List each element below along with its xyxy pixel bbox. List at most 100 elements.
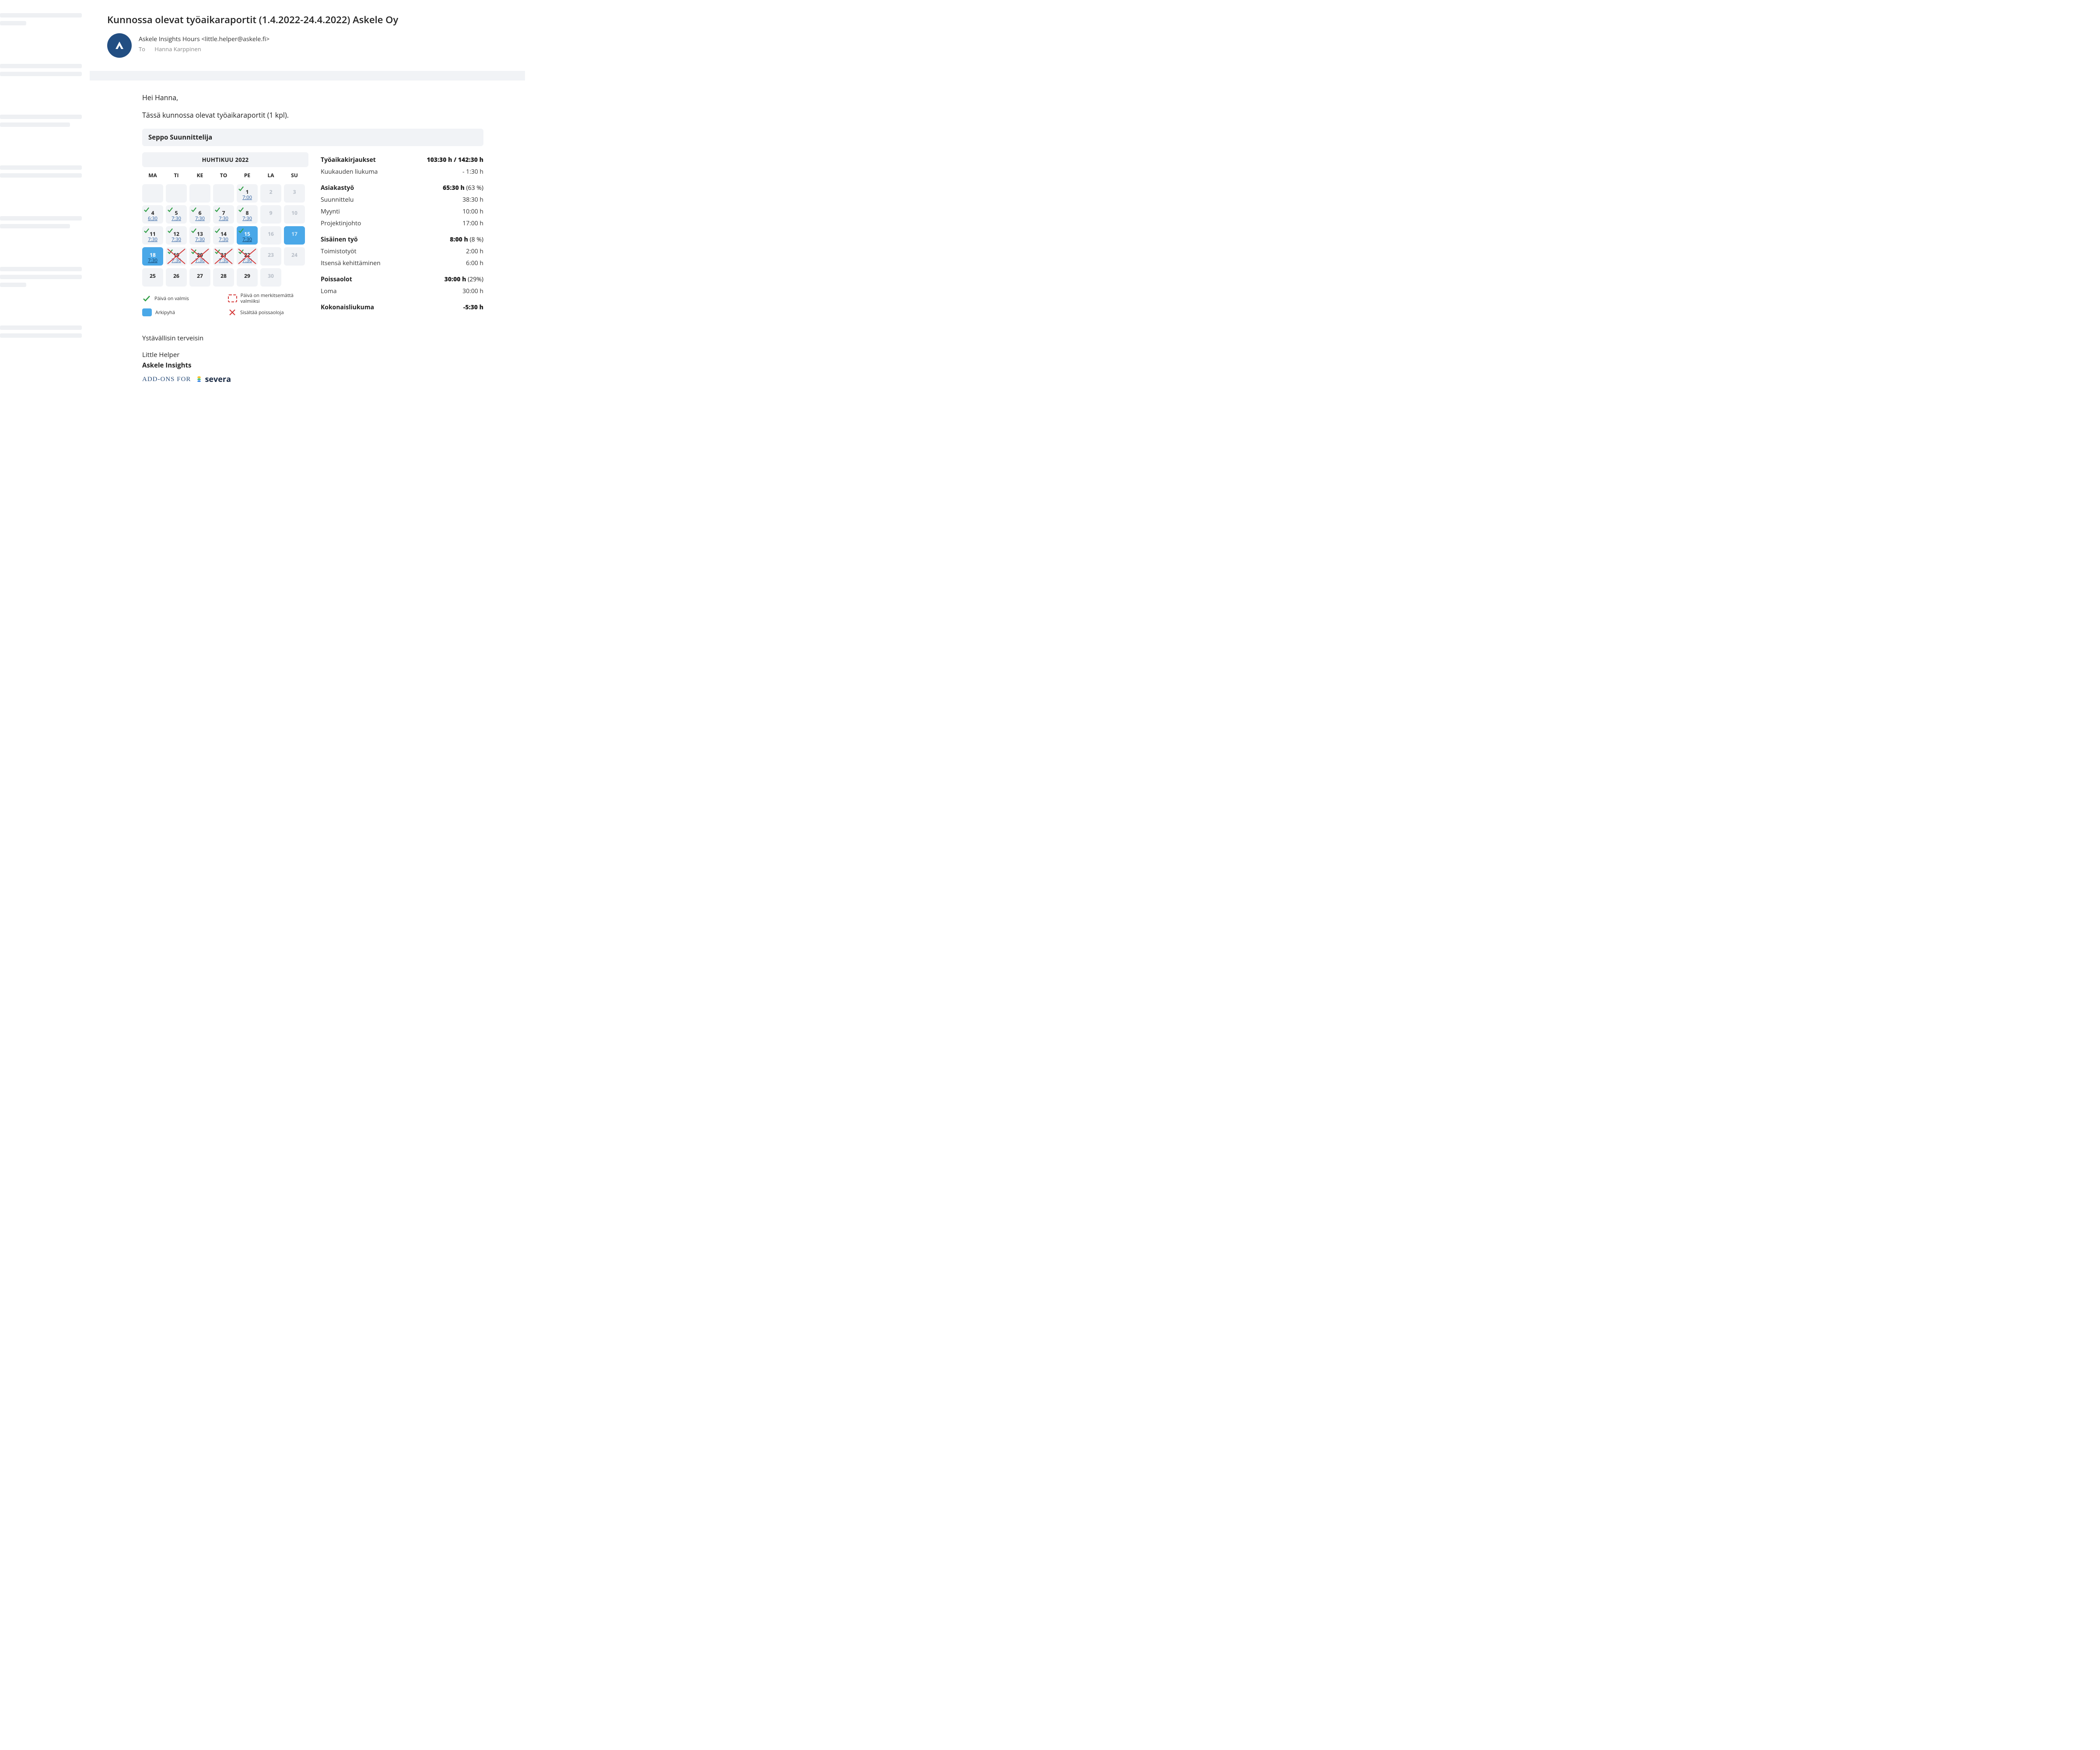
weekday-header: PE	[237, 170, 258, 182]
day-hours[interactable]: 7:30	[242, 216, 252, 221]
legend-unmarked: Päivä on merkitsemättä valmiiksi	[241, 293, 308, 304]
stats-table: Työaikakirjaukset 103:30 h / 142:30 h Kuuk…	[321, 152, 483, 313]
day-hours[interactable]: 7:30	[148, 258, 158, 263]
stats-value: 65:30 h (63 %)	[443, 184, 483, 192]
stats-value: 30:00 h	[462, 287, 483, 295]
weekday-header: SU	[284, 170, 305, 182]
stats-value: 8:00 h (8 %)	[450, 235, 483, 244]
day-number: 9	[270, 210, 273, 216]
email-subject: Kunnossa olevat työaikaraportit (1.4.202…	[107, 13, 513, 26]
stats-row: Myynti10:00 h	[321, 206, 483, 217]
day-hours[interactable]: 7:30	[172, 237, 181, 242]
calendar-legend: Päivä on valmis Päivä on merkitsemättä v…	[142, 293, 308, 316]
stats-value: 103:30 h / 142:30 h	[427, 156, 483, 164]
stats-label: Kuukauden liukuma	[321, 168, 378, 176]
check-icon	[238, 185, 244, 190]
stats-header-row: Työaikakirjaukset 103:30 h / 142:30 h	[321, 154, 483, 166]
calendar-day[interactable]: 197:30	[166, 247, 187, 266]
recipient-name: Hanna Karppinen	[154, 45, 201, 53]
day-number: 25	[150, 273, 156, 279]
day-hours[interactable]: 7:30	[242, 237, 252, 242]
calendar-day[interactable]: 17:00	[237, 184, 258, 203]
dashed-box-icon	[228, 294, 237, 302]
stats-header-row: Kokonaisliukuma -5:30 h	[321, 301, 483, 313]
calendar: HUHTIKUU 2022 MATIKETOPELASU17:002346:30…	[142, 152, 308, 316]
legend-holiday: Arkipyhä	[155, 310, 175, 315]
stats-value: -5:30 h	[463, 303, 483, 312]
product-brand: Askele Insights	[142, 361, 483, 370]
legend-absence: Sisältää poissaoloja	[240, 310, 284, 315]
stats-label: Itsensä kehittäminen	[321, 259, 381, 267]
day-number: 24	[291, 252, 298, 258]
day-hours[interactable]: 7:30	[195, 216, 205, 221]
check-icon	[167, 227, 173, 232]
calendar-day[interactable]: 217:30	[213, 247, 234, 266]
day-hours[interactable]: 7:30	[148, 237, 158, 242]
calendar-title: HUHTIKUU 2022	[142, 152, 308, 167]
check-icon	[144, 227, 150, 232]
weekday-header: TI	[166, 170, 187, 182]
calendar-day[interactable]: 137:30	[189, 226, 210, 245]
logo-icon	[114, 40, 125, 51]
day-hours[interactable]: 7:30	[195, 237, 205, 242]
stats-label: Työaikakirjaukset	[321, 156, 376, 164]
greeting: Hei Hanna,	[142, 93, 483, 102]
day-hours[interactable]: 7:00	[242, 195, 252, 200]
calendar-day[interactable]: 57:30	[166, 205, 187, 224]
sender-avatar	[107, 33, 132, 58]
day-hours[interactable]: 7:30	[219, 216, 228, 221]
day-hours[interactable]: 7:30	[242, 258, 252, 263]
calendar-day: 26	[166, 268, 187, 287]
day-hours[interactable]: 7:30	[172, 258, 181, 263]
calendar-day[interactable]: 77:30	[213, 205, 234, 224]
day-hours[interactable]: 7:30	[219, 258, 228, 263]
report-person-header: Seppo Suunnittelija	[142, 129, 483, 146]
stats-row: Itsensä kehittäminen6:00 h	[321, 257, 483, 269]
calendar-day[interactable]: 117:30	[142, 226, 163, 245]
divider	[90, 71, 525, 80]
x-icon	[228, 308, 237, 316]
stats-value: 2:00 h	[466, 247, 483, 256]
calendar-day[interactable]: 87:30	[237, 205, 258, 224]
regards: Ystävällisin terveisin	[142, 334, 483, 343]
check-icon	[238, 206, 244, 211]
calendar-day[interactable]: 187:30	[142, 247, 163, 266]
stats-header-row: Sisäinen työ 8:00 h (8 %)	[321, 234, 483, 245]
calendar-day[interactable]: 207:30	[189, 247, 210, 266]
check-icon	[238, 227, 244, 232]
day-number: 17	[291, 231, 298, 237]
calendar-day: 27	[189, 268, 210, 287]
stats-row: Loma 30:00 h	[321, 285, 483, 297]
check-icon	[214, 248, 220, 253]
day-hours[interactable]: 7:30	[172, 216, 181, 221]
stats-value: 30:00 h (29%)	[444, 275, 483, 284]
check-icon	[167, 248, 173, 253]
day-hours[interactable]: 6:30	[148, 216, 158, 221]
check-icon	[238, 248, 244, 253]
check-icon	[142, 294, 151, 302]
stats-label: Loma	[321, 287, 336, 295]
stats-value: 10:00 h	[462, 207, 483, 216]
calendar-day[interactable]: 157:30	[237, 226, 258, 245]
day-number: 10	[291, 210, 298, 216]
weekday-header: LA	[260, 170, 281, 182]
stats-header-row: Poissaolot 30:00 h (29%)	[321, 273, 483, 285]
stats-value: - 1:30 h	[462, 168, 483, 176]
stats-label: Poissaolot	[321, 275, 352, 284]
calendar-day[interactable]: 227:30	[237, 247, 258, 266]
calendar-day: 30	[260, 268, 281, 287]
check-icon	[214, 227, 220, 232]
calendar-day[interactable]: 127:30	[166, 226, 187, 245]
stats-label: Sisäinen työ	[321, 235, 358, 244]
day-hours[interactable]: 7:30	[219, 237, 228, 242]
weekday-header: KE	[189, 170, 210, 182]
stats-label: Kokonaisliukuma	[321, 303, 374, 312]
stats-row: Toimistotyöt2:00 h	[321, 245, 483, 257]
day-hours[interactable]: 7:30	[195, 258, 205, 263]
weekday-header: MA	[142, 170, 163, 182]
calendar-day[interactable]: 46:30	[142, 205, 163, 224]
stats-value: 17:00 h	[462, 219, 483, 228]
calendar-day: 10	[284, 205, 305, 224]
calendar-day[interactable]: 67:30	[189, 205, 210, 224]
calendar-day[interactable]: 147:30	[213, 226, 234, 245]
